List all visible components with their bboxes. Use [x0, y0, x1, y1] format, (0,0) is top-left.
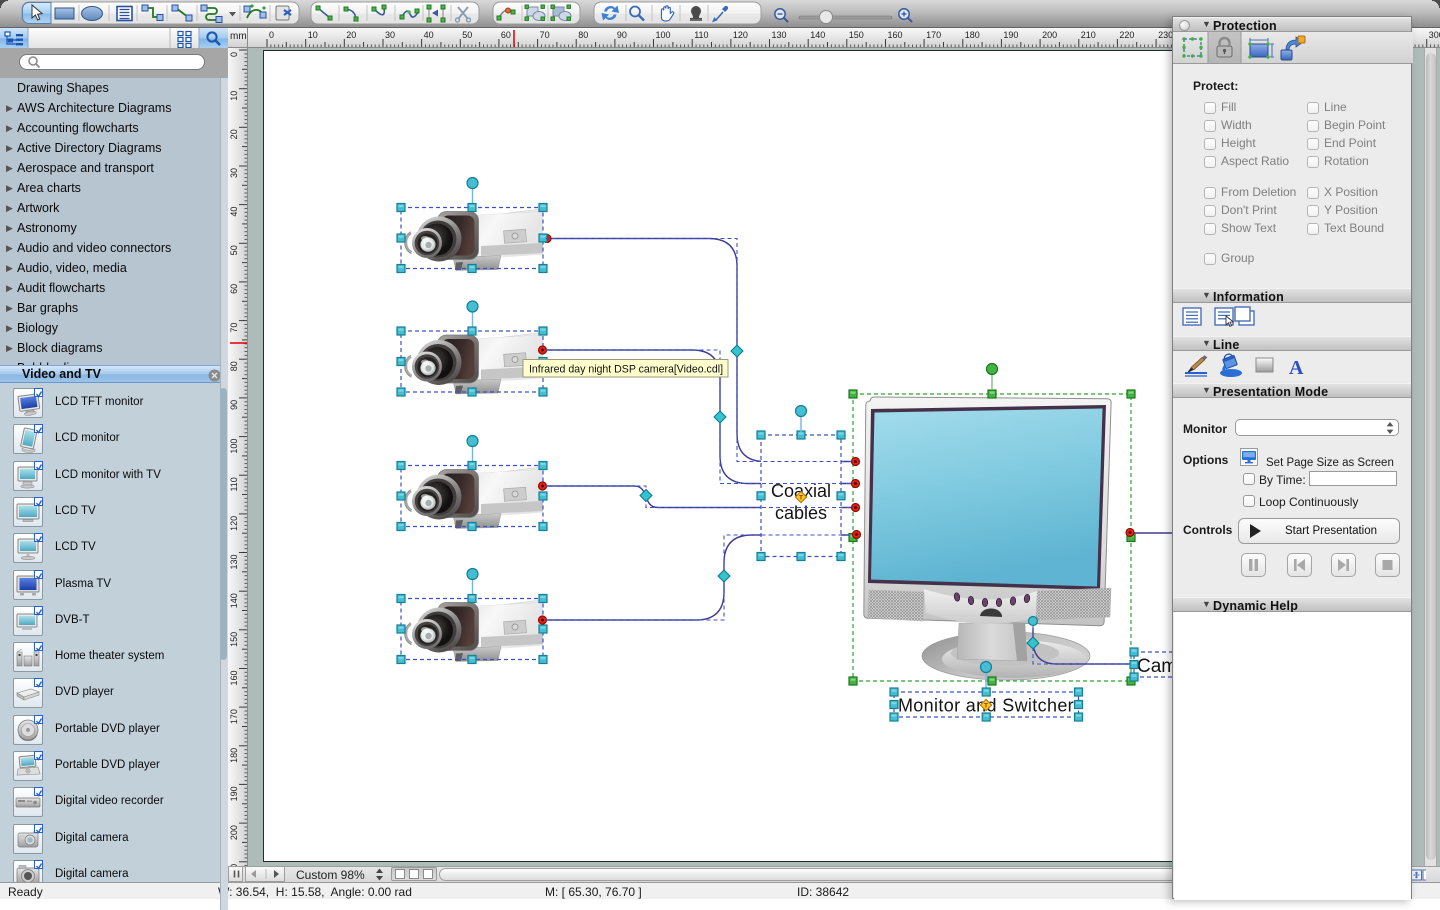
svg-text:130: 130	[229, 555, 239, 570]
svg-text:T: T	[799, 495, 803, 502]
svg-text:40: 40	[229, 207, 239, 217]
svg-text:300: 300	[1429, 30, 1440, 40]
svg-text:200: 200	[229, 825, 239, 840]
svg-text:170: 170	[229, 709, 239, 724]
svg-text:40: 40	[424, 30, 434, 40]
svg-text:170: 170	[926, 30, 941, 40]
svg-text:70: 70	[229, 323, 239, 333]
svg-text:80: 80	[578, 30, 588, 40]
svg-text:30: 30	[385, 30, 395, 40]
svg-text:110: 110	[694, 30, 708, 40]
svg-text:10: 10	[308, 30, 318, 40]
svg-text:30: 30	[229, 168, 239, 178]
svg-text:140: 140	[229, 593, 239, 608]
svg-text:160: 160	[888, 30, 903, 40]
svg-text:20: 20	[229, 129, 239, 139]
svg-text:150: 150	[849, 30, 864, 40]
svg-text:0: 0	[229, 52, 239, 57]
svg-text:180: 180	[965, 30, 980, 40]
svg-text:180: 180	[229, 748, 239, 763]
svg-text:90: 90	[617, 30, 627, 40]
svg-text:210: 210	[1081, 30, 1096, 40]
svg-text:10: 10	[229, 91, 239, 101]
svg-text:190: 190	[1003, 30, 1018, 40]
svg-text:160: 160	[229, 671, 239, 686]
svg-text:130: 130	[772, 30, 787, 40]
svg-text:140: 140	[810, 30, 825, 40]
svg-text:110: 110	[229, 477, 239, 491]
svg-text:150: 150	[229, 632, 239, 647]
svg-text:90: 90	[229, 400, 239, 410]
svg-text:A: A	[1289, 357, 1304, 379]
svg-text:100: 100	[656, 30, 671, 40]
svg-text:120: 120	[733, 30, 748, 40]
svg-text:60: 60	[229, 284, 239, 294]
svg-text:60: 60	[501, 30, 511, 40]
svg-text:190: 190	[229, 786, 239, 801]
svg-text:T: T	[984, 703, 988, 710]
svg-text:80: 80	[229, 361, 239, 371]
svg-text:20: 20	[346, 30, 356, 40]
svg-text:120: 120	[229, 516, 239, 531]
svg-text:50: 50	[462, 30, 472, 40]
svg-text:220: 220	[1119, 30, 1134, 40]
svg-text:200: 200	[1042, 30, 1057, 40]
svg-text:Infrared day night DSP camera[: Infrared day night DSP camera[Video.cdl]	[529, 364, 723, 376]
svg-text:cables: cables	[775, 503, 827, 523]
svg-text:100: 100	[229, 439, 239, 454]
svg-text:50: 50	[229, 245, 239, 255]
svg-text:70: 70	[540, 30, 550, 40]
svg-text:230: 230	[1158, 30, 1173, 40]
svg-text:0: 0	[269, 30, 274, 40]
